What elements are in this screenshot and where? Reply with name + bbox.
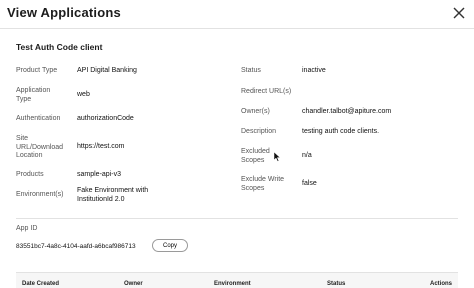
status-label: Status [241, 67, 261, 74]
column-date-created[interactable]: Date Created [22, 281, 59, 287]
application-type-label: Application Type [16, 87, 51, 103]
exclude-write-scopes-value: false [302, 180, 317, 187]
product-type-value: API Digital Banking [77, 67, 137, 74]
section-divider [16, 218, 458, 219]
view-applications-modal: View Applications Test Auth Code client … [0, 0, 474, 288]
column-status[interactable]: Status [327, 281, 345, 287]
owners-label: Owner(s) [241, 108, 270, 115]
copy-app-id-button[interactable]: Copy [152, 239, 188, 252]
column-actions: Actions [430, 281, 453, 287]
products-value: sample-api-v3 [77, 171, 121, 178]
product-type-label: Product Type [16, 67, 58, 74]
app-id-value: 83551bc7-4a8c-4104-aafd-a6bcaf986713 [16, 243, 136, 250]
site-url-label: Site URL/Download Location [16, 135, 64, 159]
redirect-urls-label: Redirect URL(s) [241, 88, 292, 95]
owners-value: chandler.talbot@apiture.com [302, 108, 392, 115]
column-owner[interactable]: Owner [124, 281, 143, 287]
app-id-label: App ID [16, 225, 38, 232]
modal-title: View Applications [7, 5, 121, 20]
authentication-value: authorizationCode [77, 115, 134, 122]
modal-header: View Applications [0, 0, 474, 29]
close-icon [453, 7, 465, 19]
description-value: testing auth code clients. [302, 128, 380, 135]
application-name: Test Auth Code client [16, 42, 103, 52]
site-url-value[interactable]: https://test.com [77, 143, 124, 152]
environments-value: Fake Environment with InstitutionId 2.0 [77, 187, 149, 203]
exclude-write-scopes-label: Exclude Write Scopes [241, 176, 285, 192]
close-button[interactable] [450, 4, 468, 22]
column-environment[interactable]: Environment [214, 281, 251, 287]
mouse-cursor-icon [274, 152, 281, 162]
status-value: inactive [302, 67, 326, 74]
description-label: Description [241, 128, 277, 135]
environments-label: Environment(s) [16, 191, 64, 198]
authentication-label: Authentication [16, 115, 61, 122]
application-type-value: web [77, 91, 90, 98]
excluded-scopes-value: n/a [302, 152, 312, 159]
applications-table-header: Date Created Owner Environment Status Ac… [16, 272, 458, 288]
products-label: Products [16, 171, 44, 178]
